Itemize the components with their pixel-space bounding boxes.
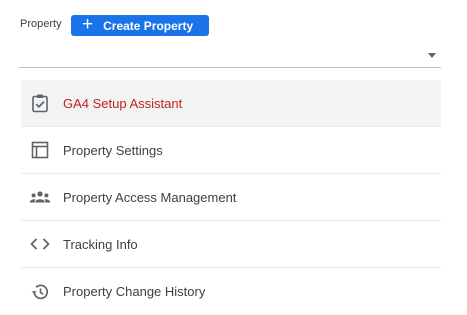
property-selector[interactable] — [19, 43, 441, 68]
create-property-label: Create Property — [103, 18, 194, 33]
menu-item-label: GA4 Setup Assistant — [63, 95, 183, 111]
menu-item-label: Property Settings — [63, 142, 163, 158]
create-property-button[interactable]: + Create Property — [71, 15, 209, 36]
dropdown-caret-icon — [428, 53, 436, 58]
plus-icon: + — [82, 14, 94, 35]
menu-item-label: Tracking Info — [63, 236, 138, 252]
menu-item-property-access-management[interactable]: Property Access Management — [21, 174, 441, 221]
history-icon — [29, 281, 51, 303]
menu-item-label: Property Change History — [63, 284, 206, 299]
menu-item-tracking-info[interactable]: Tracking Info — [21, 221, 441, 268]
people-group-icon — [29, 186, 51, 208]
menu-item-property-change-history[interactable]: Property Change History — [21, 268, 441, 315]
property-label: Property — [20, 18, 62, 30]
layout-icon — [29, 139, 51, 161]
code-brackets-icon — [29, 233, 51, 255]
menu-item-label: Property Access Management — [63, 189, 237, 205]
menu-item-property-settings[interactable]: Property Settings — [21, 127, 441, 174]
property-menu: GA4 Setup Assistant Property Settings Pr… — [21, 80, 441, 315]
menu-item-ga4-setup-assistant[interactable]: GA4 Setup Assistant — [21, 80, 441, 127]
clipboard-check-icon — [29, 92, 51, 114]
